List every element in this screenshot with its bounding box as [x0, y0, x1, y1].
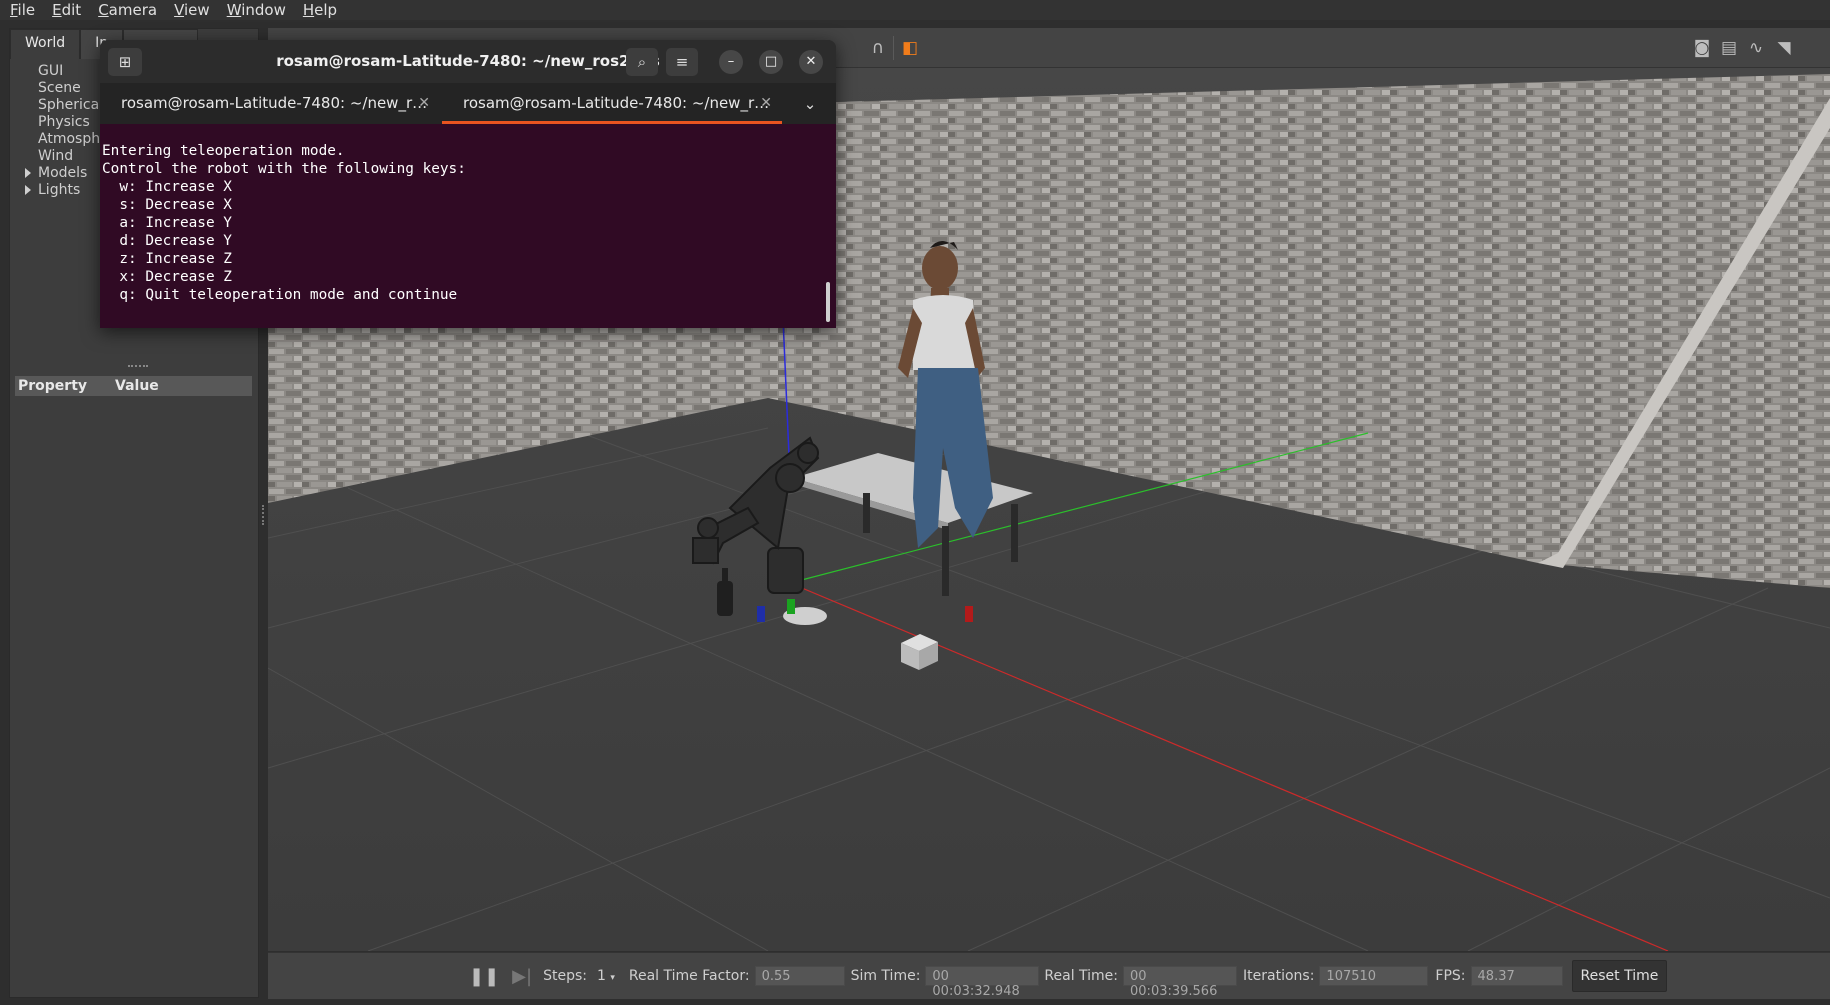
plot-icon[interactable]: ∿ — [1746, 38, 1766, 58]
terminal-line: s: Decrease X — [102, 197, 232, 213]
sim-time-label: Sim Time: — [850, 968, 921, 984]
terminal-line: d: Decrease Y — [102, 233, 232, 249]
blue-can — [757, 606, 765, 622]
terminal-line: Entering teleoperation mode. — [102, 143, 345, 159]
splitter-handle[interactable] — [128, 365, 148, 369]
terminal-line: q: Quit teleoperation mode and continue — [102, 287, 458, 303]
terminal-tab-2[interactable]: rosam@rosam-Latitude-7480: ~/new_r… ✕ — [442, 83, 782, 124]
close-tab-icon[interactable]: ✕ — [418, 83, 430, 124]
expand-arrow-icon[interactable] — [25, 185, 31, 195]
gazebo-window: File Edit Camera View Window Help World … — [0, 0, 1830, 1005]
steps-label: Steps: — [543, 968, 587, 984]
tab-world[interactable]: World — [10, 29, 81, 59]
value-column-header: Value — [115, 378, 159, 394]
maximize-button[interactable]: □ — [759, 50, 783, 74]
new-tab-button[interactable]: ⊞ — [108, 48, 142, 76]
property-table-header: Property Value — [15, 376, 252, 396]
sim-time-field: 00 00:03:32.948 — [925, 966, 1040, 999]
terminal-line: Control the robot with the following key… — [102, 161, 466, 177]
video-icon[interactable]: ◥ — [1774, 38, 1794, 58]
terminal-line: z: Increase Z — [102, 251, 232, 267]
menu-help[interactable]: Help — [293, 1, 344, 19]
menu-camera[interactable]: Camera — [88, 1, 164, 19]
hamburger-icon: ≡ — [675, 53, 689, 71]
reset-time-button[interactable]: Reset Time — [1571, 960, 1668, 992]
close-tab-icon[interactable]: ✕ — [760, 83, 772, 124]
real-time-field: 00 00:03:39.566 — [1123, 966, 1238, 999]
fps-label: FPS: — [1435, 968, 1466, 984]
search-icon: ⌕ — [637, 53, 647, 71]
simulation-bar: ❚❚ ▶| Steps: 1 ▾ Real Time Factor: 0.55 … — [268, 952, 1830, 999]
minimize-button[interactable]: – — [719, 50, 743, 74]
steps-spinner[interactable]: 1 ▾ — [597, 968, 615, 984]
terminal-line: w: Increase X — [102, 179, 232, 195]
pause-icon[interactable]: ❚❚ — [469, 966, 499, 987]
fps-field: 48.37 — [1470, 966, 1563, 986]
tabs-dropdown[interactable]: ⌄ — [794, 90, 826, 118]
menu-edit[interactable]: Edit — [42, 1, 88, 19]
property-column-header: Property — [18, 378, 88, 394]
terminal-scrollbar[interactable] — [826, 282, 830, 322]
terminal-titlebar[interactable]: rosam@rosam-Latitude-7480: ~/new_ros2_ws… — [100, 40, 836, 83]
panel-resize-handle[interactable] — [262, 505, 265, 525]
menubar: File Edit Camera View Window Help — [0, 0, 1830, 20]
terminal-output[interactable]: Entering teleoperation mode. Control the … — [100, 124, 836, 328]
menu-view[interactable]: View — [164, 1, 217, 19]
chevron-down-icon: ⌄ — [803, 95, 817, 113]
terminal-window[interactable]: rosam@rosam-Latitude-7480: ~/new_ros2_ws… — [100, 40, 836, 328]
terminal-line: a: Increase Y — [102, 215, 232, 231]
terminal-tabs: rosam@rosam-Latitude-7480: ~/new_r… ✕ ro… — [100, 83, 836, 124]
chevron-down-icon: ▾ — [610, 973, 615, 983]
new-tab-icon: ⊞ — [118, 53, 132, 71]
menu-button[interactable]: ≡ — [666, 48, 698, 76]
rtf-field: 0.55 — [754, 966, 845, 986]
iterations-field: 107510 — [1319, 966, 1429, 986]
iterations-label: Iterations: — [1243, 968, 1315, 984]
view-angle-icon[interactable]: ◧ — [900, 38, 920, 58]
terminal-line: x: Decrease Z — [102, 269, 232, 285]
close-icon: ✕ — [805, 54, 817, 69]
screenshot-icon[interactable]: ◙ — [1692, 38, 1712, 58]
snap-icon[interactable]: ∩ — [868, 38, 888, 58]
rtf-label: Real Time Factor: — [628, 968, 750, 984]
menu-window[interactable]: Window — [217, 1, 293, 19]
close-button[interactable]: ✕ — [799, 50, 823, 74]
real-time-label: Real Time: — [1044, 968, 1119, 984]
expand-arrow-icon[interactable] — [25, 168, 31, 178]
toolbar-separator — [893, 36, 894, 60]
minimize-icon: – — [727, 54, 735, 69]
menu-file[interactable]: File — [0, 1, 42, 19]
terminal-tab-1[interactable]: rosam@rosam-Latitude-7480: ~/new_r… ✕ — [100, 83, 440, 124]
green-can — [787, 599, 795, 614]
log-icon[interactable]: ▤ — [1719, 38, 1739, 58]
maximize-icon: □ — [764, 54, 778, 69]
step-icon[interactable]: ▶| — [512, 966, 532, 987]
search-button[interactable]: ⌕ — [626, 48, 658, 76]
red-can — [965, 606, 973, 622]
